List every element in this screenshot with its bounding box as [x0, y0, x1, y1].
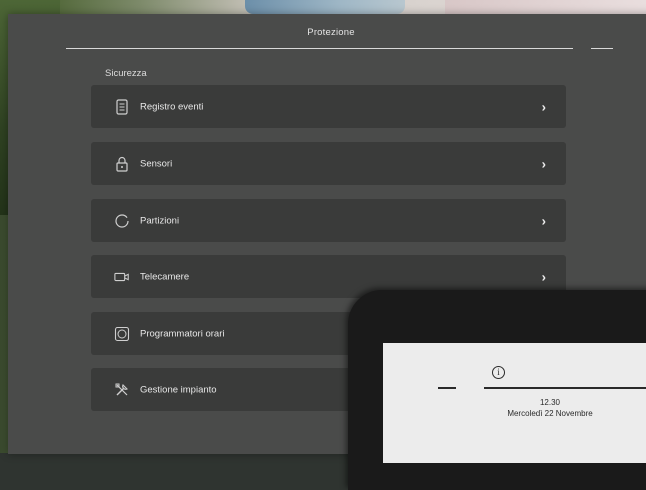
chevron-right-icon: › [541, 99, 546, 114]
device-divider [484, 387, 646, 389]
menu-item-sensori[interactable]: Sensori › [91, 142, 566, 185]
circle-icon [114, 213, 130, 229]
page-title: Protezione [307, 27, 355, 38]
background-person [245, 0, 405, 14]
document-icon [114, 98, 130, 115]
menu-item-label: Registro eventi [140, 101, 204, 112]
info-icon[interactable]: i [492, 366, 505, 379]
lock-icon [114, 156, 130, 172]
header-divider [66, 48, 573, 49]
chevron-right-icon: › [541, 269, 546, 284]
clock-icon [114, 326, 130, 342]
device-date: Mercoledì 22 Novembre [507, 409, 593, 418]
device-time: 12.30 [539, 398, 561, 407]
menu-item-label: Gestione impianto [140, 384, 217, 395]
menu-item-partizioni[interactable]: Partizioni › [91, 199, 566, 242]
chevron-right-icon: › [541, 156, 546, 171]
chevron-right-icon: › [541, 213, 546, 228]
menu-item-registro-eventi[interactable]: Registro eventi › [91, 85, 566, 128]
menu-item-label: Programmatori orari [140, 328, 225, 339]
device-dash [438, 387, 456, 389]
menu-item-label: Sensori [140, 158, 173, 169]
menu-dash[interactable] [591, 48, 613, 49]
section-title: Sicurezza [105, 68, 147, 79]
tools-icon [114, 382, 130, 398]
menu-item-label: Telecamere [140, 271, 190, 282]
background-person-2 [445, 0, 646, 14]
camera-icon [114, 269, 130, 285]
menu-item-label: Partizioni [140, 215, 180, 226]
